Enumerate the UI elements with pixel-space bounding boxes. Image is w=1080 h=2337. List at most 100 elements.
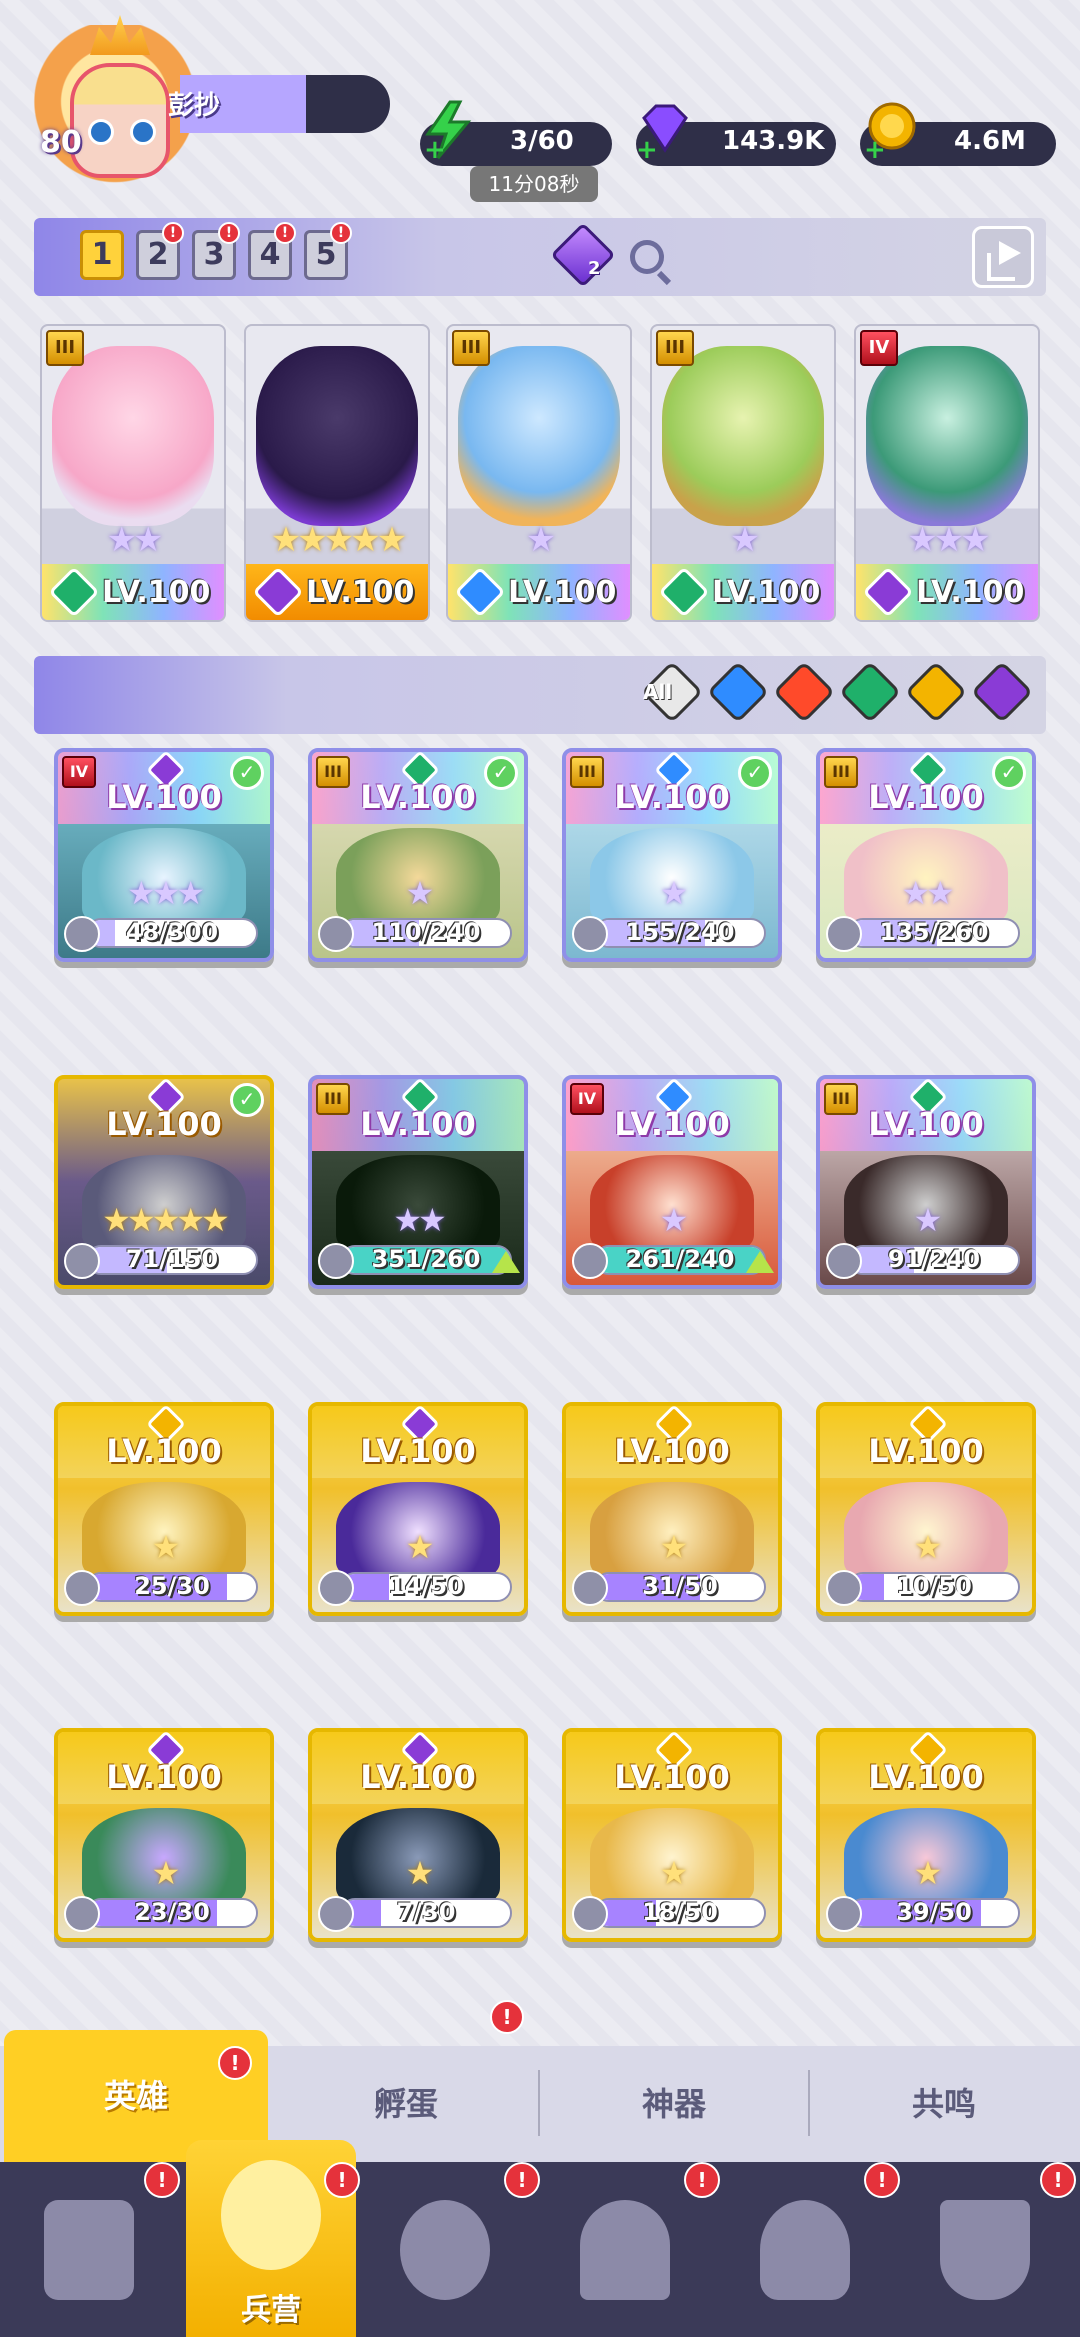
rank-badge: III (656, 330, 694, 366)
hero-card[interactable]: LV.100 ★ 25/30 (54, 1402, 274, 1616)
hero-card[interactable]: III LV.100 ★★ 351/260 (308, 1075, 528, 1289)
alert-badge: ! (684, 2162, 720, 2198)
coin-value: 4.6M (954, 126, 1026, 156)
team-member-card[interactable]: III ★★ LV.100 (40, 324, 226, 622)
shard-progress-text: 261/240 (625, 1245, 735, 1273)
eye-icon (88, 119, 114, 145)
hero-card[interactable]: LV.100 ★ 7/30 (308, 1728, 528, 1942)
star-rating: ★ (729, 520, 760, 560)
energy-timer: 11分08秒 (470, 166, 598, 202)
star-rating: ★★ (901, 874, 954, 912)
star-rating: ★ (659, 1201, 689, 1239)
team-slot-1[interactable]: 1 (80, 230, 124, 280)
hero-level: LV.100 (614, 1432, 730, 1470)
hero-card[interactable]: LV.100 ★ 10/50 (816, 1402, 1036, 1616)
shard-progress-text: 351/260 (371, 1245, 481, 1273)
hero-level: LV.100 (916, 575, 1025, 610)
hero-portrait (866, 346, 1028, 526)
tab-artifacts[interactable]: 神器 (540, 2046, 808, 2162)
hero-level: LV.100 (360, 1432, 476, 1470)
eye-icon (130, 119, 156, 145)
team-member-card[interactable]: III ★ LV.100 (650, 324, 836, 622)
share-icon[interactable] (972, 226, 1034, 288)
star-rating: ★★★★★ (102, 1201, 229, 1239)
nav-castle[interactable] (560, 2190, 690, 2320)
player-profile[interactable]: 80 彭抄 (10, 15, 390, 195)
shard-progress-text: 10/50 (896, 1572, 972, 1600)
star-rating: ★ (151, 1854, 181, 1892)
star-rating: ★★ (106, 520, 164, 560)
alert-badge: ! (218, 222, 240, 244)
hero-level: LV.100 (614, 778, 730, 816)
hero-card[interactable]: LV.100 ★ 18/50 (562, 1728, 782, 1942)
hero-card[interactable]: III ✓ LV.100 ★ 110/240 (308, 748, 528, 962)
alert-badge: ! (274, 222, 296, 244)
star-rating: ★ (659, 1854, 689, 1892)
hero-level: LV.100 (306, 575, 415, 610)
hero-level: LV.100 (508, 575, 617, 610)
star-rating: ★★ (393, 1201, 446, 1239)
alert-badge: ! (144, 2162, 180, 2198)
hero-card[interactable]: III ✓ LV.100 ★ 155/240 (562, 748, 782, 962)
star-rating: ★ (913, 1201, 943, 1239)
team-gem-count: 2 (588, 258, 601, 279)
star-rating: ★ (659, 874, 689, 912)
banner-icon (940, 2200, 1030, 2300)
cards-icon (44, 2200, 134, 2300)
energy-value: 3/60 (510, 126, 574, 156)
hero-card[interactable]: ✓ LV.100 ★★★★★ 71/150 (54, 1075, 274, 1289)
hero-card[interactable]: III LV.100 ★ 91/240 (816, 1075, 1036, 1289)
coin-icon: + (862, 100, 918, 165)
star-rating: ★ (659, 1528, 689, 1566)
hero-card[interactable]: LV.100 ★ 31/50 (562, 1402, 782, 1616)
alert-badge: ! (864, 2162, 900, 2198)
search-icon[interactable] (630, 240, 664, 274)
hero-portrait (458, 346, 620, 526)
tab-resonance[interactable]: 共鸣 (810, 2046, 1078, 2162)
hero-card[interactable]: LV.100 ★ 39/50 (816, 1728, 1036, 1942)
alert-badge: ! (324, 2162, 360, 2198)
alert-badge: ! (1040, 2162, 1076, 2198)
nav-mushroom-house[interactable] (740, 2190, 870, 2320)
hero-level: LV.100 (106, 778, 222, 816)
star-rating: ★ (151, 1528, 181, 1566)
alert-badge: ! (330, 222, 352, 244)
team-bar (34, 218, 1046, 296)
hero-portrait (662, 346, 824, 526)
hero-card[interactable]: III ✓ LV.100 ★★ 135/260 (816, 748, 1036, 962)
shard-progress-text: 91/240 (887, 1245, 981, 1273)
nav-barracks-label: 兵营 (241, 2293, 301, 2328)
shard-progress-text: 110/240 (371, 918, 481, 946)
alert-badge: ! (218, 2046, 252, 2080)
hero-level: LV.100 (360, 1105, 476, 1143)
shard-progress-text: 14/50 (388, 1572, 464, 1600)
filter-all-label: All (643, 680, 673, 704)
hero-level: LV.100 (614, 1758, 730, 1796)
hero-card[interactable]: IV LV.100 ★ 261/240 (562, 1075, 782, 1289)
team-member-card[interactable]: ★★★★★ LV.100 (244, 324, 430, 622)
star-rating: ★ (405, 1854, 435, 1892)
nav-cards[interactable] (24, 2190, 154, 2320)
nav-banner[interactable] (920, 2190, 1050, 2320)
rank-badge: III (46, 330, 84, 366)
shard-progress-text: 71/150 (125, 1245, 219, 1273)
shard-progress-text: 39/50 (896, 1898, 972, 1926)
castle-icon (580, 2200, 670, 2300)
star-rating: ★★★ (907, 520, 990, 560)
shard-progress-text: 155/240 (625, 918, 735, 946)
shard-progress-text: 18/50 (642, 1898, 718, 1926)
hero-card[interactable]: IV ✓ LV.100 ★★★ 48/300 (54, 748, 274, 962)
hero-level: LV.100 (712, 575, 821, 610)
hero-card[interactable]: LV.100 ★ 14/50 (308, 1402, 528, 1616)
star-rating: ★ (525, 520, 556, 560)
star-rating: ★★★★★ (270, 520, 407, 560)
shard-progress-text: 48/300 (125, 918, 219, 946)
lightning-icon: + (420, 100, 476, 165)
team-member-card[interactable]: IV ★★★ LV.100 (854, 324, 1040, 622)
team-member-card[interactable]: III ★ LV.100 (446, 324, 632, 622)
star-rating: ★ (405, 1528, 435, 1566)
shard-progress-text: 7/30 (396, 1898, 456, 1926)
nav-map[interactable] (380, 2190, 510, 2320)
hero-card[interactable]: LV.100 ★ 23/30 (54, 1728, 274, 1942)
star-rating: ★ (405, 874, 435, 912)
